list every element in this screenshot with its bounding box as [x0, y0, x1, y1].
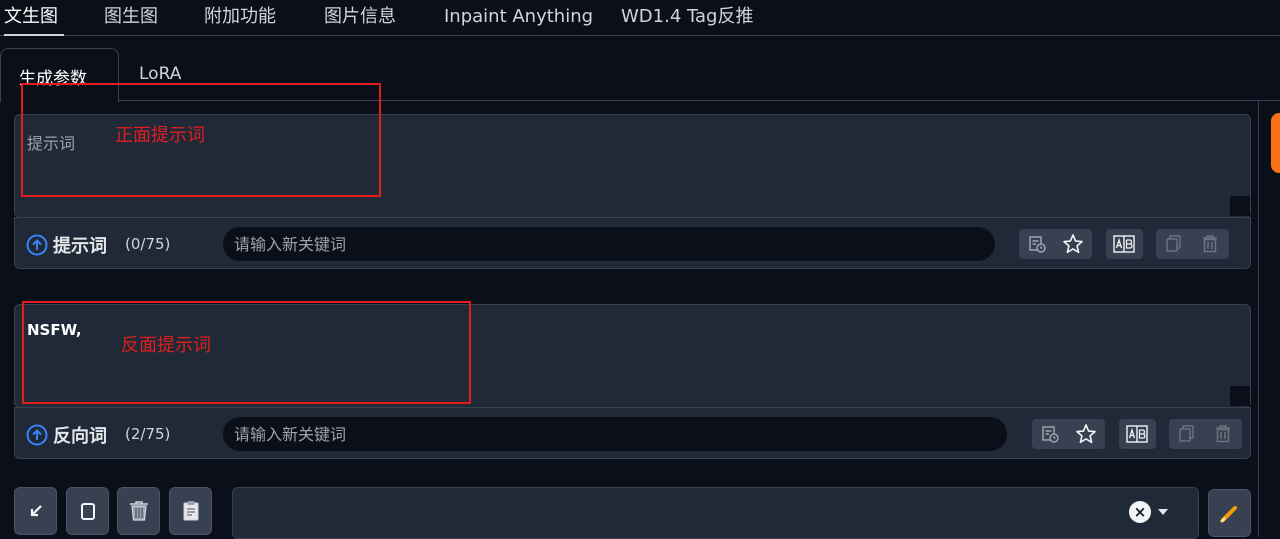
star-icon[interactable]	[1055, 229, 1091, 259]
tab-image-info[interactable]: 图片信息	[324, 0, 396, 36]
negative-toolbar-title: 反向词	[53, 426, 107, 447]
star-icon[interactable]	[1068, 419, 1104, 449]
negative-token-count: (2/75)	[125, 425, 171, 443]
tab-wd14-tagger[interactable]: WD1.4 Tag反推	[621, 0, 753, 36]
arrow-up-circle-icon[interactable]	[26, 234, 48, 256]
styles-dropdown[interactable]: ×	[232, 487, 1199, 539]
negative-keyword-input[interactable]	[223, 417, 1007, 451]
pencil-icon	[1220, 506, 1237, 523]
read-params-button[interactable]	[14, 487, 57, 535]
trash-icon[interactable]	[1192, 229, 1228, 259]
clear-selection-icon[interactable]: ×	[1129, 501, 1151, 523]
positive-toolbar-title: 提示词	[53, 236, 107, 257]
history-icon[interactable]	[1019, 229, 1055, 259]
resize-handle[interactable]	[1230, 196, 1250, 216]
positive-keyword-input[interactable]	[223, 227, 995, 261]
tab-img2img[interactable]: 图生图	[104, 0, 158, 36]
trash-icon[interactable]	[1205, 419, 1241, 449]
clipboard-icon	[80, 503, 95, 520]
history-favorite-group	[1019, 229, 1092, 259]
copy-clear-group	[1156, 229, 1229, 259]
arrow-down-left-icon	[30, 505, 42, 517]
copy-clear-group	[1169, 419, 1242, 449]
edit-styles-button[interactable]	[1208, 489, 1251, 537]
paste-button[interactable]	[169, 487, 212, 535]
arrow-up-circle-icon[interactable]	[26, 424, 48, 446]
translate-icon[interactable]	[1106, 229, 1142, 259]
paste-icon	[183, 501, 198, 521]
main-tab-bar: 文生图 图生图 附加功能 图片信息 Inpaint Anything WD1.4…	[0, 0, 1280, 36]
annotation-label-negative: 反面提示词	[121, 335, 211, 356]
generate-button-edge[interactable]	[1271, 113, 1280, 173]
copy-icon[interactable]	[1156, 229, 1192, 259]
positive-token-count: (0/75)	[125, 235, 171, 253]
negative-toolbar: 反向词 (2/75)	[14, 407, 1251, 459]
trash-icon	[129, 501, 148, 521]
chevron-down-icon[interactable]	[1158, 509, 1168, 515]
scrollbar-track[interactable]	[1258, 100, 1259, 537]
history-favorite-group	[1032, 419, 1105, 449]
translate-group	[1119, 419, 1156, 449]
annotation-label-positive: 正面提示词	[115, 125, 205, 146]
tab-txt2img[interactable]: 文生图	[4, 0, 64, 36]
tab-lora[interactable]: LoRA	[139, 64, 181, 84]
annotation-box-negative	[22, 301, 471, 404]
history-icon[interactable]	[1032, 419, 1068, 449]
tab-extras[interactable]: 附加功能	[204, 0, 276, 36]
clipboard-button[interactable]	[66, 487, 109, 535]
translate-icon[interactable]	[1119, 419, 1155, 449]
clear-prompt-button[interactable]	[117, 487, 160, 535]
copy-icon[interactable]	[1169, 419, 1205, 449]
positive-toolbar: 提示词 (0/75)	[14, 217, 1251, 269]
translate-group	[1106, 229, 1143, 259]
resize-handle[interactable]	[1230, 386, 1250, 406]
tab-inpaint-anything[interactable]: Inpaint Anything	[444, 0, 593, 36]
